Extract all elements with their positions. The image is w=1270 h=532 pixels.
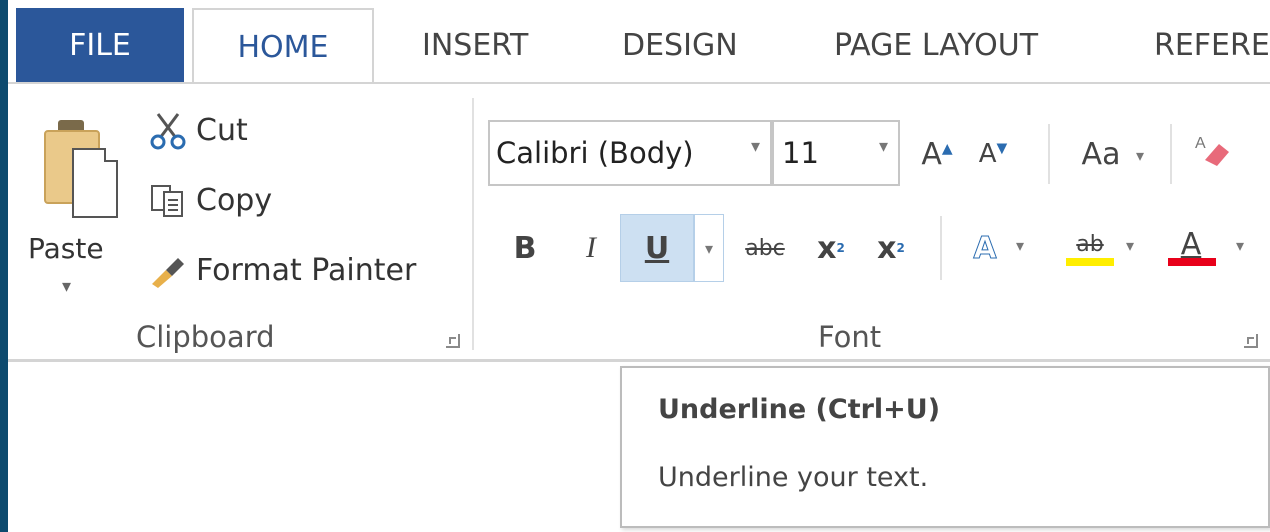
superscript-button[interactable]: x2 — [864, 218, 918, 278]
svg-text:A: A — [1195, 135, 1206, 152]
tooltip-title: Underline (Ctrl+U) — [658, 394, 941, 425]
copy-button[interactable]: Copy — [148, 178, 272, 222]
chevron-down-icon[interactable]: ▾ — [751, 136, 760, 157]
italic-button[interactable]: I — [564, 218, 618, 278]
highlight-label: ab — [1076, 231, 1104, 257]
font-color-bar — [1168, 258, 1216, 266]
ribbon: Paste ▾ Cut Copy Format Painter Clipboar… — [8, 82, 1270, 362]
group-separator — [940, 216, 942, 280]
tab-design[interactable]: DESIGN — [622, 8, 738, 82]
clear-formatting-button[interactable]: A — [1188, 128, 1238, 180]
tab-insert[interactable]: INSERT — [422, 8, 528, 82]
bold-label: B — [513, 230, 537, 266]
font-color-label: A — [1180, 226, 1202, 262]
group-separator — [1048, 124, 1050, 184]
superscript-marker: 2 — [896, 241, 905, 255]
font-name-value: Calibri (Body) — [496, 136, 694, 170]
format-painter-label: Format Painter — [196, 252, 417, 288]
tab-file[interactable]: FILE — [16, 8, 184, 82]
font-dialog-launcher-icon[interactable] — [1244, 334, 1258, 348]
underline-label: U — [644, 230, 670, 266]
tooltip-description: Underline your text. — [658, 462, 929, 493]
scissors-icon — [148, 110, 188, 150]
chevron-down-icon[interactable]: ▾ — [1136, 146, 1144, 165]
change-case-button[interactable]: Aa — [1066, 128, 1136, 180]
tooltip: Underline (Ctrl+U) Underline your text. — [620, 366, 1270, 528]
grow-font-button[interactable]: A▲ — [914, 128, 960, 180]
font-size-value: 11 — [782, 136, 819, 170]
text-effects-label: A — [973, 230, 997, 266]
tab-home[interactable]: HOME — [192, 8, 374, 84]
format-painter-button[interactable]: Format Painter — [148, 248, 416, 292]
tab-page-layout[interactable]: PAGE LAYOUT — [834, 8, 1038, 82]
font-group-label: Font — [818, 320, 882, 354]
tab-references[interactable]: REFERE — [1154, 8, 1270, 82]
change-case-label: Aa — [1081, 136, 1121, 172]
cut-button[interactable]: Cut — [148, 108, 248, 152]
grow-font-icon: A▲ — [921, 136, 953, 172]
highlight-color-bar — [1066, 258, 1114, 266]
copy-label: Copy — [196, 182, 273, 218]
subscript-button[interactable]: x2 — [804, 218, 858, 278]
clipboard-dialog-launcher-icon[interactable] — [446, 334, 460, 348]
chevron-down-icon[interactable]: ▾ — [1016, 236, 1024, 255]
eraser-icon: A — [1193, 130, 1233, 178]
chevron-down-icon[interactable]: ▾ — [62, 276, 71, 297]
underline-button[interactable]: U — [620, 214, 694, 282]
strikethrough-label: abc — [745, 235, 785, 261]
clipboard-group-label: Clipboard — [136, 320, 275, 354]
paintbrush-icon — [148, 250, 188, 290]
subscript-label: x — [817, 230, 837, 266]
chevron-down-icon: ▾ — [704, 238, 714, 258]
italic-label: I — [586, 231, 596, 264]
strikethrough-button[interactable]: abc — [730, 218, 800, 278]
superscript-label: x — [877, 230, 897, 266]
cut-label: Cut — [196, 112, 248, 148]
shrink-font-icon: A▼ — [978, 139, 1008, 169]
paste-label: Paste — [28, 232, 104, 265]
chevron-down-icon[interactable]: ▾ — [879, 136, 888, 157]
underline-dropdown-button[interactable]: ▾ — [694, 214, 724, 282]
page-icon — [72, 148, 118, 218]
bold-button[interactable]: B — [498, 218, 552, 278]
text-effects-button[interactable]: A — [958, 218, 1012, 278]
paste-button[interactable]: Paste ▾ — [28, 104, 138, 304]
subscript-marker: 2 — [836, 241, 845, 255]
word-window: FILE HOME INSERT DESIGN PAGE LAYOUT REFE… — [0, 0, 1270, 532]
ribbon-tab-bar: FILE HOME INSERT DESIGN PAGE LAYOUT REFE… — [8, 0, 1270, 84]
group-separator — [472, 98, 474, 350]
group-separator — [1170, 124, 1172, 184]
chevron-down-icon[interactable]: ▾ — [1126, 236, 1134, 255]
font-name-combo[interactable]: Calibri (Body) ▾ — [488, 120, 772, 186]
font-size-combo[interactable]: 11 ▾ — [772, 120, 900, 186]
chevron-down-icon[interactable]: ▾ — [1236, 236, 1244, 255]
copy-icon — [148, 180, 188, 220]
shrink-font-button[interactable]: A▼ — [970, 128, 1016, 180]
